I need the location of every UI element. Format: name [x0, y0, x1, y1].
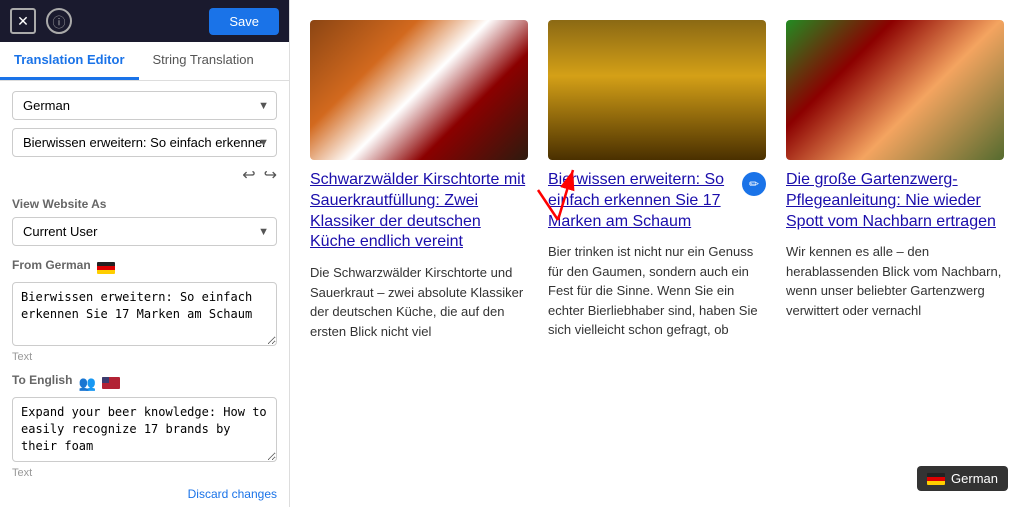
to-section: To English 👥 Expand your beer knowledge:… — [12, 373, 277, 500]
flag-german — [97, 262, 115, 274]
article-card-gnome: Die große Gartenzwerg-Pflegeanleitung: N… — [786, 20, 1004, 341]
view-website-select[interactable]: Current User Guest Admin — [12, 217, 277, 246]
right-panel: Schwarzwälder Kirschtorte mit Sauerkraut… — [290, 0, 1024, 507]
view-website-label: View Website As — [12, 197, 277, 211]
article-dropdown-wrapper: Bierwissen erweitern: So einfach erkenne… — [12, 128, 277, 157]
nav-arrows: ↩ ↪ — [12, 165, 277, 185]
top-bar: ✕ ⓘ Save — [0, 0, 289, 42]
german-badge: German — [917, 466, 1008, 491]
from-field-label: Text — [12, 351, 277, 363]
article-image-cake — [310, 20, 528, 160]
info-button[interactable]: ⓘ — [46, 8, 72, 34]
to-field-label: Text — [12, 467, 277, 479]
prev-arrow-button[interactable]: ↩ — [242, 165, 255, 185]
articles-grid: Schwarzwälder Kirschtorte mit Sauerkraut… — [310, 20, 1004, 341]
discard-button[interactable]: Discard changes — [188, 487, 277, 501]
article-title-cake[interactable]: Schwarzwälder Kirschtorte mit Sauerkraut… — [310, 170, 528, 253]
to-text-field[interactable]: Expand your beer knowledge: How to easil… — [12, 397, 277, 461]
language-dropdown-wrapper: German French Spanish ▼ — [12, 91, 277, 120]
article-body-cake: Die Schwarzwälder Kirschtorte und Sauerk… — [310, 263, 528, 341]
article-title-beer-wrapper: Bierwissen erweitern: So einfach erkenne… — [548, 170, 766, 232]
close-button[interactable]: ✕ — [10, 8, 36, 34]
from-label: From German — [12, 258, 91, 272]
flag-us — [102, 377, 120, 389]
article-title-beer[interactable]: Bierwissen erweitern: So einfach erkenne… — [548, 170, 736, 232]
discard-row: Discard changes — [12, 487, 277, 501]
save-button[interactable]: Save — [209, 8, 279, 35]
to-label: To English — [12, 373, 72, 387]
tab-string-translation[interactable]: String Translation — [139, 42, 268, 80]
from-label-row: From German — [12, 258, 277, 278]
article-body-gnome: Wir kennen es alle – den herablassenden … — [786, 242, 1004, 320]
article-card-cake: Schwarzwälder Kirschtorte mit Sauerkraut… — [310, 20, 528, 341]
people-icon: 👥 — [78, 375, 95, 392]
tab-translation-editor[interactable]: Translation Editor — [0, 42, 139, 80]
from-section: From German Bierwissen erweitern: So ein… — [12, 258, 277, 363]
article-card-beer: Bierwissen erweitern: So einfach erkenne… — [548, 20, 766, 341]
from-text-field[interactable]: Bierwissen erweitern: So einfach erkenne… — [12, 282, 277, 346]
tabs-bar: Translation Editor String Translation — [0, 42, 289, 81]
article-select[interactable]: Bierwissen erweitern: So einfach erkenne… — [12, 128, 277, 157]
article-image-gnome — [786, 20, 1004, 160]
view-website-dropdown-wrapper: Current User Guest Admin ▼ — [12, 217, 277, 246]
left-panel: ✕ ⓘ Save Translation Editor String Trans… — [0, 0, 290, 507]
badge-label: German — [951, 471, 998, 486]
next-arrow-button[interactable]: ↪ — [264, 165, 277, 185]
article-title-gnome[interactable]: Die große Gartenzwerg-Pflegeanleitung: N… — [786, 170, 1004, 232]
language-select[interactable]: German French Spanish — [12, 91, 277, 120]
panel-body: German French Spanish ▼ Bierwissen erwei… — [0, 81, 289, 507]
to-label-row: To English 👥 — [12, 373, 277, 393]
badge-flag-german — [927, 473, 945, 485]
article-image-beer — [548, 20, 766, 160]
view-website-section: View Website As Current User Guest Admin… — [12, 197, 277, 246]
article-body-beer: Bier trinken ist nicht nur ein Genuss fü… — [548, 242, 766, 340]
edit-pencil-button[interactable]: ✏ — [742, 172, 766, 196]
